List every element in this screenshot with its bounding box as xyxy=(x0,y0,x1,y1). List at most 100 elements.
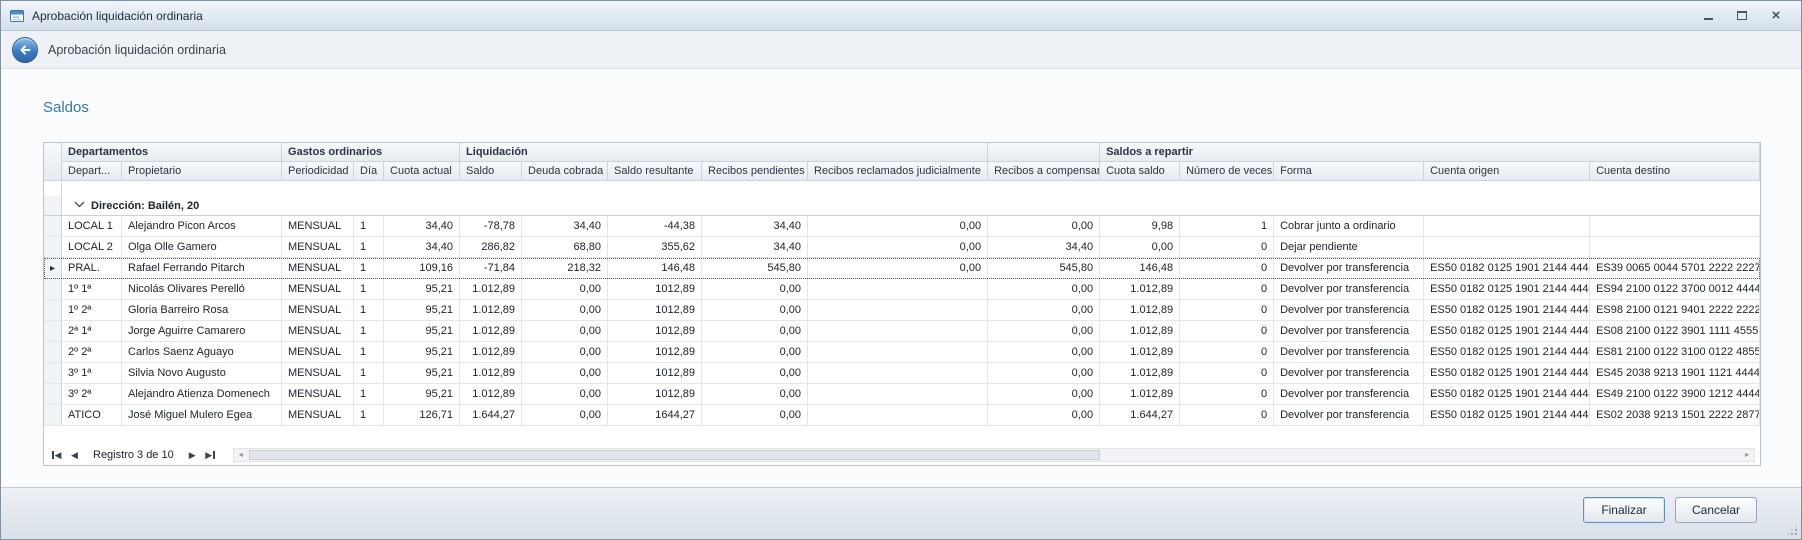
cell-propietario[interactable]: Jorge Aguirre Camarero xyxy=(122,321,282,342)
cell-dia[interactable]: 1 xyxy=(354,300,384,321)
column-header-propietario[interactable]: Propietario xyxy=(122,162,282,181)
cell-cuenta-destino[interactable]: ES81 2100 0122 3100 0122 4855 xyxy=(1590,342,1760,363)
cell-propietario[interactable]: Alejandro Picon Arcos xyxy=(122,216,282,237)
cell-recibos-a-compensar[interactable]: 545,80 xyxy=(988,258,1100,279)
cell-cuota-actual[interactable]: 95,21 xyxy=(384,384,460,405)
cell-cuenta-destino[interactable] xyxy=(1590,237,1760,258)
cell-numero-de-veces[interactable]: 0 xyxy=(1180,342,1274,363)
close-button[interactable]: × xyxy=(1767,8,1785,24)
resize-grip[interactable] xyxy=(1785,523,1797,535)
cell-numero-de-veces[interactable]: 1 xyxy=(1180,216,1274,237)
cell-cuenta-origen[interactable]: ES50 0182 0125 1901 2144 4444 xyxy=(1424,342,1590,363)
cell-propietario[interactable]: Silvia Novo Augusto xyxy=(122,363,282,384)
scroll-right-icon[interactable]: ▸ xyxy=(1740,451,1754,459)
column-header-deuda-cobrada[interactable]: Deuda cobrada xyxy=(522,162,608,181)
cell-propietario[interactable]: José Miguel Mulero Egea xyxy=(122,405,282,426)
cell-deuda-cobrada[interactable]: 68,80 xyxy=(522,237,608,258)
cell-recibos-pendientes[interactable]: 34,40 xyxy=(702,216,808,237)
cell-cuenta-destino[interactable]: ES94 2100 0122 3700 0012 4444 xyxy=(1590,279,1760,300)
table-row-3-2-[interactable]: 3º 2ªAlejandro Atienza DomenechMENSUAL19… xyxy=(44,384,1760,405)
cell-cuenta-destino[interactable]: ES39 0065 0044 5701 2222 2227 xyxy=(1590,258,1760,279)
cell-numero-de-veces[interactable]: 0 xyxy=(1180,237,1274,258)
cell-saldo-resultante[interactable]: -44,38 xyxy=(608,216,702,237)
cell-periodicidad[interactable]: MENSUAL xyxy=(282,342,354,363)
cell-recibos-a-compensar[interactable]: 0,00 xyxy=(988,321,1100,342)
cell-dia[interactable]: 1 xyxy=(354,216,384,237)
cell-recibos-reclamados-judicialmente[interactable]: 0,00 xyxy=(808,258,988,279)
finalizar-button[interactable]: Finalizar xyxy=(1583,497,1665,523)
first-record-button[interactable]: ◀ xyxy=(49,448,64,462)
cell-deuda-cobrada[interactable]: 0,00 xyxy=(522,342,608,363)
cell-cuota-actual[interactable]: 95,21 xyxy=(384,300,460,321)
cell-recibos-a-compensar[interactable]: 0,00 xyxy=(988,216,1100,237)
cell-recibos-pendientes[interactable]: 0,00 xyxy=(702,384,808,405)
cell-saldo[interactable]: 1.012,89 xyxy=(460,321,522,342)
cell-dia[interactable]: 1 xyxy=(354,321,384,342)
cell-forma[interactable]: Devolver por transferencia xyxy=(1274,342,1424,363)
cell-numero-de-veces[interactable]: 0 xyxy=(1180,300,1274,321)
cell-cuota-saldo[interactable]: 1.012,89 xyxy=(1100,279,1180,300)
column-header-recibos-a-compensar[interactable]: Recibos a compensar xyxy=(988,162,1100,181)
cell-saldo-resultante[interactable]: 1012,89 xyxy=(608,321,702,342)
cell-depart[interactable]: LOCAL 2 xyxy=(62,237,122,258)
cell-depart[interactable]: LOCAL 1 xyxy=(62,216,122,237)
group-row[interactable]: Dirección: Bailén, 20 xyxy=(44,196,1760,216)
cell-cuota-actual[interactable]: 95,21 xyxy=(384,363,460,384)
cell-propietario[interactable]: Alejandro Atienza Domenech xyxy=(122,384,282,405)
column-header-cuota-actual[interactable]: Cuota actual xyxy=(384,162,460,181)
cell-recibos-a-compensar[interactable]: 34,40 xyxy=(988,237,1100,258)
column-header-cuenta-origen[interactable]: Cuenta origen xyxy=(1424,162,1590,181)
column-header-cuenta-destino[interactable]: Cuenta destino xyxy=(1590,162,1760,181)
cell-cuota-saldo[interactable]: 1.012,89 xyxy=(1100,363,1180,384)
column-header-periodicidad[interactable]: Periodicidad xyxy=(282,162,354,181)
cell-cuenta-origen[interactable]: ES50 0182 0125 1901 2144 4444 xyxy=(1424,405,1590,426)
cell-recibos-pendientes[interactable]: 0,00 xyxy=(702,405,808,426)
cell-saldo[interactable]: -78,78 xyxy=(460,216,522,237)
cell-saldo-resultante[interactable]: 146,48 xyxy=(608,258,702,279)
cell-recibos-reclamados-judicialmente[interactable] xyxy=(808,342,988,363)
cell-cuenta-origen[interactable]: ES50 0182 0125 1901 2144 4444 xyxy=(1424,384,1590,405)
cell-deuda-cobrada[interactable]: 0,00 xyxy=(522,384,608,405)
cell-dia[interactable]: 1 xyxy=(354,384,384,405)
cell-cuota-actual[interactable]: 95,21 xyxy=(384,342,460,363)
cell-periodicidad[interactable]: MENSUAL xyxy=(282,279,354,300)
next-record-button[interactable]: ▶ xyxy=(185,448,200,462)
cell-periodicidad[interactable]: MENSUAL xyxy=(282,258,354,279)
column-header-saldo-resultante[interactable]: Saldo resultante xyxy=(608,162,702,181)
cell-cuenta-origen[interactable]: ES50 0182 0125 1901 2144 4444 xyxy=(1424,321,1590,342)
cell-propietario[interactable]: Rafael Ferrando Pitarch xyxy=(122,258,282,279)
cell-propietario[interactable]: Gloria Barreiro Rosa xyxy=(122,300,282,321)
cell-saldo-resultante[interactable]: 1644,27 xyxy=(608,405,702,426)
cell-numero-de-veces[interactable]: 0 xyxy=(1180,258,1274,279)
cell-cuenta-origen[interactable]: ES50 0182 0125 1901 2144 4444 xyxy=(1424,258,1590,279)
cell-cuota-actual[interactable]: 109,16 xyxy=(384,258,460,279)
cell-deuda-cobrada[interactable]: 0,00 xyxy=(522,300,608,321)
cell-dia[interactable]: 1 xyxy=(354,279,384,300)
cell-depart[interactable]: 3º 2ª xyxy=(62,384,122,405)
cell-deuda-cobrada[interactable]: 34,40 xyxy=(522,216,608,237)
cell-recibos-reclamados-judicialmente[interactable] xyxy=(808,384,988,405)
cell-numero-de-veces[interactable]: 0 xyxy=(1180,321,1274,342)
cell-numero-de-veces[interactable]: 0 xyxy=(1180,384,1274,405)
table-row-1-2-[interactable]: 1º 2ªGloria Barreiro RosaMENSUAL195,211.… xyxy=(44,300,1760,321)
cell-forma[interactable]: Devolver por transferencia xyxy=(1274,405,1424,426)
cell-depart[interactable]: PRAL. xyxy=(62,258,122,279)
cell-periodicidad[interactable]: MENSUAL xyxy=(282,405,354,426)
cell-cuota-actual[interactable]: 34,40 xyxy=(384,216,460,237)
cell-numero-de-veces[interactable]: 0 xyxy=(1180,279,1274,300)
cell-propietario[interactable]: Olga Olle Gamero xyxy=(122,237,282,258)
cell-cuenta-origen[interactable] xyxy=(1424,237,1590,258)
cell-recibos-a-compensar[interactable]: 0,00 xyxy=(988,279,1100,300)
cell-forma[interactable]: Devolver por transferencia xyxy=(1274,384,1424,405)
column-header-forma[interactable]: Forma xyxy=(1274,162,1424,181)
table-row-2-2-[interactable]: 2º 2ªCarlos Saenz AguayoMENSUAL195,211.0… xyxy=(44,342,1760,363)
table-row-pral-[interactable]: ▸PRAL.Rafael Ferrando PitarchMENSUAL1109… xyxy=(44,258,1760,279)
cell-recibos-reclamados-judicialmente[interactable] xyxy=(808,405,988,426)
cell-forma[interactable]: Devolver por transferencia xyxy=(1274,258,1424,279)
cell-saldo[interactable]: 1.012,89 xyxy=(460,300,522,321)
cell-numero-de-veces[interactable]: 0 xyxy=(1180,405,1274,426)
cell-recibos-a-compensar[interactable]: 0,00 xyxy=(988,300,1100,321)
cell-recibos-pendientes[interactable]: 0,00 xyxy=(702,300,808,321)
table-row-2-1-[interactable]: 2ª 1ªJorge Aguirre CamareroMENSUAL195,21… xyxy=(44,321,1760,342)
cell-forma[interactable]: Devolver por transferencia xyxy=(1274,363,1424,384)
